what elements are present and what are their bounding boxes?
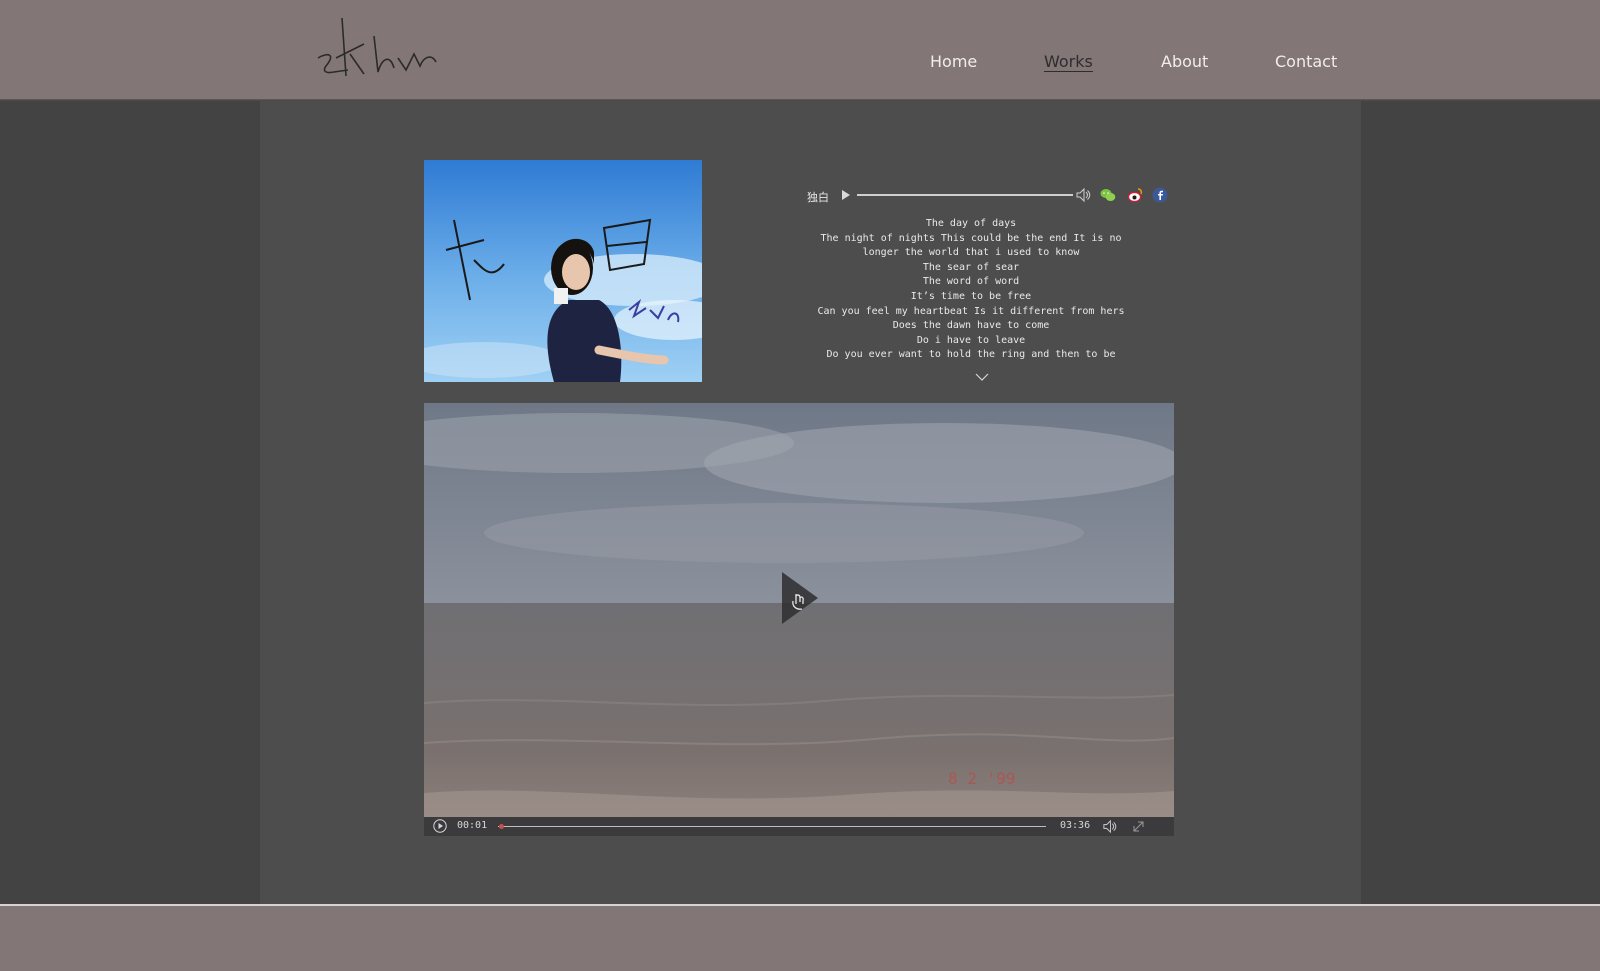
nav-home[interactable]: Home — [930, 52, 977, 71]
video-controls: 00:01 03:36 — [424, 817, 1174, 836]
lyric-line: The sear of sear — [922, 261, 1020, 273]
lyric-line: It’s time to be free — [910, 290, 1032, 302]
video-duration: 03:36 — [1060, 820, 1091, 831]
left-margin — [0, 101, 260, 904]
play-icon[interactable] — [841, 189, 851, 201]
fullscreen-icon[interactable] — [1132, 820, 1145, 833]
nav-contact[interactable]: Contact — [1275, 52, 1337, 71]
facebook-icon[interactable] — [1152, 187, 1168, 203]
lyric-line: Can you feel my heartbeat Is it differen… — [817, 305, 1125, 317]
chevron-down-icon[interactable] — [975, 372, 989, 382]
lyric-line: Do you ever want to hold the ring and th… — [826, 349, 1116, 361]
big-play-icon[interactable] — [780, 570, 820, 626]
lyrics-text: The day of days The night of nights This… — [791, 217, 1151, 363]
audio-progress-bar[interactable] — [857, 194, 1073, 196]
right-margin — [1361, 101, 1600, 904]
volume-icon[interactable] — [1102, 819, 1117, 834]
lyric-line: The word of word — [922, 276, 1020, 288]
wechat-icon[interactable] — [1100, 187, 1116, 203]
weibo-icon[interactable] — [1127, 187, 1143, 203]
lyric-line: longer the world that i used to know — [862, 247, 1080, 259]
video-date-stamp: 8 2 '99 — [948, 769, 1015, 788]
lyric-line: Does the dawn have to come — [892, 320, 1050, 332]
video-progress-bar[interactable] — [498, 826, 1046, 827]
video-progress-knob[interactable] — [498, 824, 504, 829]
nav-works[interactable]: Works — [1044, 52, 1093, 71]
lyric-line: The night of nights This could be the en… — [820, 232, 1122, 244]
site-header: Home Works About Contact — [0, 0, 1600, 100]
lyric-line: Do i have to leave — [916, 334, 1026, 346]
audio-track-title: 独白 — [807, 191, 829, 204]
site-logo[interactable] — [314, 14, 442, 84]
video-current-time: 00:01 — [457, 820, 488, 831]
audio-player: 独白 — [807, 186, 1175, 206]
nav-about[interactable]: About — [1161, 52, 1208, 71]
volume-icon[interactable] — [1075, 187, 1091, 203]
album-cover-image — [424, 160, 702, 382]
lyric-line: The day of days — [925, 218, 1017, 229]
site-footer — [0, 904, 1600, 971]
play-circle-icon[interactable] — [433, 819, 447, 833]
